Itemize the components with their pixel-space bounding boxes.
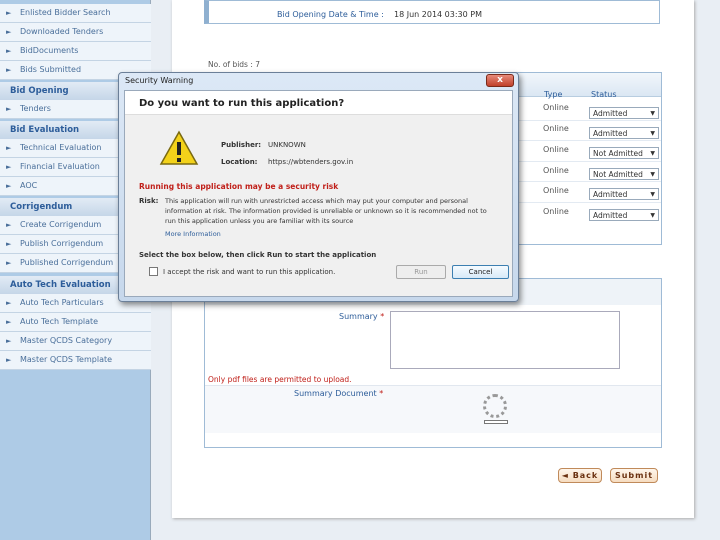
dropdown-arrow-icon: ▼ xyxy=(650,150,655,157)
bid-type: Online xyxy=(543,124,569,133)
sidebar-item-master-qcds-category[interactable]: ► Master QCDS Category xyxy=(0,332,151,351)
risk-text-line: This application will run with unrestric… xyxy=(165,197,468,205)
sidebar-item-bid-documents[interactable]: ► BidDocuments xyxy=(0,42,151,61)
no-of-bids: No. of bids : 7 xyxy=(208,60,261,69)
risk-text-line: information at risk. The information pro… xyxy=(165,207,487,215)
dropdown-arrow-icon: ▼ xyxy=(650,212,655,219)
risk-label: Risk: xyxy=(139,197,159,205)
summary-document-row: Summary Document * xyxy=(205,385,661,433)
chevron-right-icon: ► xyxy=(6,240,12,248)
chevron-right-icon: ► xyxy=(6,163,12,171)
close-button[interactable]: x xyxy=(486,74,514,87)
dropdown-arrow-icon: ▼ xyxy=(650,110,655,117)
dropdown-arrow-icon: ▼ xyxy=(650,171,655,178)
status-select[interactable]: Not Admitted ▼ xyxy=(589,168,659,180)
dropdown-arrow-icon: ▼ xyxy=(650,191,655,198)
chevron-right-icon: ► xyxy=(6,356,12,364)
bid-opening-label: Bid Opening Date & Time : xyxy=(277,10,384,19)
status-select[interactable]: Not Admitted ▼ xyxy=(589,147,659,159)
status-select[interactable]: Admitted ▼ xyxy=(589,188,659,200)
chevron-right-icon: ► xyxy=(6,9,12,17)
publisher-label: Publisher: xyxy=(221,141,262,149)
chevron-right-icon: ► xyxy=(6,337,12,345)
chevron-right-icon: ► xyxy=(6,318,12,326)
publisher-value: UNKNOWN xyxy=(268,141,306,149)
chevron-right-icon: ► xyxy=(6,259,12,267)
sidebar-item-enlisted-bidder-search[interactable]: ► Enlisted Bidder Search xyxy=(0,4,151,23)
page-background: ► Enlisted Bidder Search ► Downloaded Tend… xyxy=(0,0,720,540)
sidebar-item-auto-tech-template[interactable]: ► Auto Tech Template xyxy=(0,313,151,332)
accept-risk-label: I accept the risk and want to run this a… xyxy=(163,268,336,276)
bid-opening-value: 18 Jun 2014 03:30 PM xyxy=(394,10,482,19)
risk-heading: Running this application may be a securi… xyxy=(139,182,339,191)
chevron-right-icon: ► xyxy=(6,221,12,229)
upload-progress-bar xyxy=(484,420,508,424)
chevron-right-icon: ► xyxy=(6,28,12,36)
chevron-right-icon: ► xyxy=(6,144,12,152)
dialog-body: Do you want to run this application? Pub… xyxy=(124,90,513,297)
bid-type: Online xyxy=(543,186,569,195)
pdf-only-note: Only pdf files are permitted to upload. xyxy=(208,375,352,384)
loading-spinner-icon xyxy=(483,394,507,418)
dialog-title: Security Warning xyxy=(125,76,194,85)
col-status-header: Status xyxy=(591,90,617,99)
chevron-right-icon: ► xyxy=(6,105,12,113)
dialog-question: Do you want to run this application? xyxy=(139,98,345,109)
back-arrow-icon: ◄ xyxy=(561,471,573,480)
sidebar-item-master-qcds-template[interactable]: ► Master QCDS Template xyxy=(0,351,151,370)
status-select[interactable]: Admitted ▼ xyxy=(589,107,659,119)
risk-text-line: run this application unless you are fami… xyxy=(165,217,354,225)
dropdown-arrow-icon: ▼ xyxy=(650,130,655,137)
instruction-text: Select the box below, then click Run to … xyxy=(139,251,377,259)
location-value: https://wbtenders.gov.in xyxy=(268,158,354,166)
bid-type: Online xyxy=(543,103,569,112)
warning-icon xyxy=(159,130,199,165)
status-select[interactable]: Admitted ▼ xyxy=(589,209,659,221)
bid-type: Online xyxy=(543,166,569,175)
accept-risk-checkbox[interactable] xyxy=(149,267,158,276)
submit-button[interactable]: Submit xyxy=(610,468,658,483)
col-type-header: Type xyxy=(544,90,563,99)
bid-type: Online xyxy=(543,145,569,154)
chevron-right-icon: ► xyxy=(6,299,12,307)
summary-textarea[interactable] xyxy=(390,311,620,369)
bid-info-panel: Bid Opening Date & Time : 18 Jun 2014 03… xyxy=(204,0,660,24)
summary-label: Summary * xyxy=(339,312,385,321)
summary-panel: Summary * Only pdf files are permitted t… xyxy=(204,278,662,448)
dialog-header-strip: Do you want to run this application? xyxy=(125,91,512,115)
back-button[interactable]: ◄ Back xyxy=(558,468,602,483)
sidebar-item-downloaded-tenders[interactable]: ► Downloaded Tenders xyxy=(0,23,151,42)
bid-type: Online xyxy=(543,207,569,216)
summary-document-label: Summary Document * xyxy=(294,389,384,398)
location-label: Location: xyxy=(221,158,258,166)
more-information-link[interactable]: More Information xyxy=(165,230,221,238)
chevron-right-icon: ► xyxy=(6,47,12,55)
cancel-button[interactable]: Cancel xyxy=(452,265,509,279)
chevron-right-icon: ► xyxy=(6,66,12,74)
status-select[interactable]: Admitted ▼ xyxy=(589,127,659,139)
run-button[interactable]: Run xyxy=(396,265,446,279)
security-warning-dialog: Security Warning x Do you want to run th… xyxy=(118,72,519,302)
chevron-right-icon: ► xyxy=(6,182,12,190)
